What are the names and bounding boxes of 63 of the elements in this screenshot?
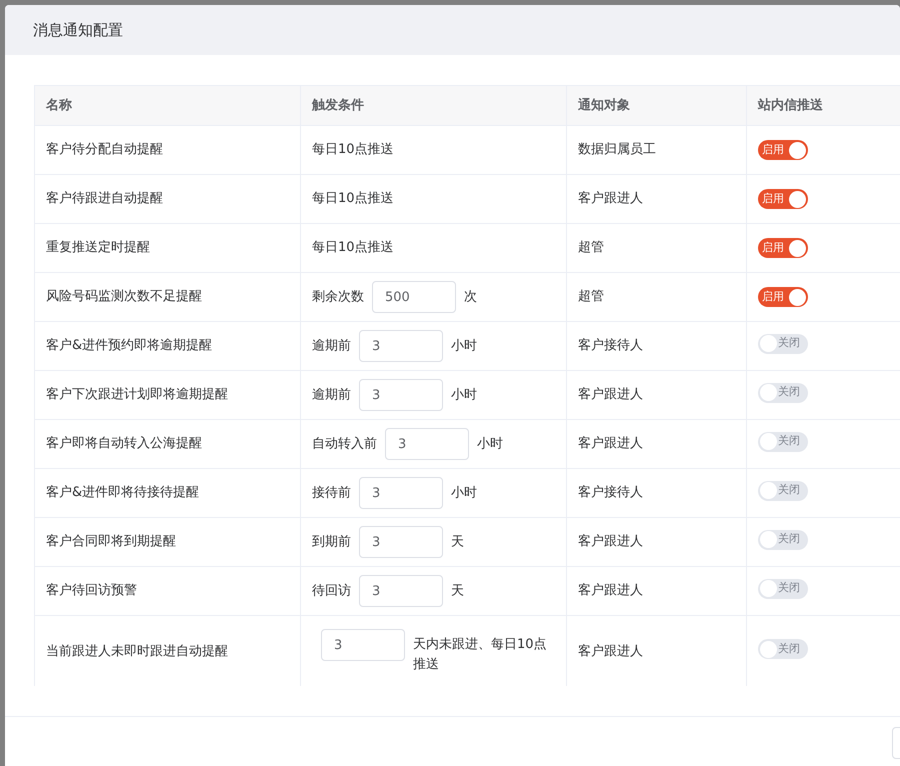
toggle-switch[interactable]: 启用 [758, 189, 808, 210]
table-cell: 客户即将自动转入公海提醒 [34, 420, 300, 468]
table-cell: 每日10点推送 [300, 224, 566, 272]
unit-label: 小时 [477, 436, 503, 452]
toggle-switch[interactable]: 关闭 [758, 382, 808, 402]
toggle-switch[interactable]: 关闭 [758, 530, 808, 550]
column-header: 通知对象 [566, 86, 746, 126]
field-label: 逾期前 [312, 388, 351, 403]
unit-label: 小时 [451, 486, 477, 501]
table-cell: 客户下次跟进计划即将逾期提醒 [34, 370, 300, 420]
input-field[interactable]: 3 [321, 629, 405, 661]
column-header: 站内信推送 [746, 86, 900, 126]
table-cell: 客户合同即将到期提醒 [34, 518, 300, 566]
table-cell: 客户待回访预警 [34, 566, 300, 616]
table-cell: 客户&进件预约即将逾期提醒 [34, 322, 300, 370]
table-cell: 数据归属员工 [566, 126, 746, 174]
table-cell: 每日10点推送 [300, 174, 566, 224]
input-field[interactable]: 3 [359, 526, 443, 558]
unit-label: 天 [451, 534, 464, 550]
field-label: 接待前 [312, 486, 351, 501]
table-cell: 客户跟进人 [566, 420, 746, 468]
table-cell: 客户跟进人 [566, 370, 746, 420]
column-header: 触发条件 [300, 86, 566, 126]
table-cell: 客户&进件即将待接待提醒 [34, 468, 300, 518]
table-cell: 客户接待人 [566, 322, 746, 370]
unit-label: 小时 [451, 338, 477, 354]
field-label: 逾期前 [312, 338, 351, 354]
toggle-switch[interactable]: 关闭 [758, 480, 808, 500]
table-cell: 客户接待人 [566, 468, 746, 518]
table-cell: 风险号码监测次数不足提醒 [34, 272, 300, 322]
input-field[interactable]: 3 [359, 330, 443, 362]
input-field[interactable]: 3 [359, 379, 443, 411]
table-cell: 每日10点推送 [300, 126, 566, 174]
toggle-switch[interactable]: 关闭 [758, 639, 808, 659]
dialog-title: 消息通知配置 [33, 20, 123, 41]
input-field[interactable]: 3 [359, 477, 443, 509]
input-field[interactable]: 3 [359, 575, 443, 607]
toggle-switch[interactable]: 启用 [758, 140, 808, 160]
table-cell: 重复推送定时提醒 [34, 224, 300, 272]
toggle-switch[interactable]: 关闭 [758, 432, 808, 452]
unit-label: 小时 [451, 388, 477, 403]
table-cell: 超管 [566, 272, 746, 322]
table-cell: 客户跟进人 [566, 566, 746, 616]
table-cell: 当前跟进人未即时跟进自动提醒 [34, 616, 300, 686]
table-cell: 客户跟进人 [566, 518, 746, 566]
column-header: 名称 [34, 86, 300, 126]
table-cell: 客户跟进人 [566, 174, 746, 224]
input-field[interactable]: 500 [372, 281, 456, 313]
unit-label: 天内未跟进、每日10点推送 [413, 636, 548, 674]
field-label: 待回访 [312, 584, 351, 599]
toggle-switch[interactable]: 关闭 [758, 334, 808, 354]
table-cell: 超管 [566, 224, 746, 272]
input-field[interactable]: 3 [385, 428, 469, 460]
unit-label: 次 [464, 290, 477, 305]
toggle-switch[interactable]: 关闭 [758, 578, 808, 598]
toggle-switch[interactable]: 启用 [758, 287, 808, 308]
field-label: 到期前 [312, 534, 351, 550]
field-label: 自动转入前 [312, 436, 377, 452]
unit-label: 天 [451, 584, 464, 599]
table-cell: 客户待跟进自动提醒 [34, 174, 300, 224]
table-cell: 客户待分配自动提醒 [34, 126, 300, 174]
toggle-switch[interactable]: 启用 [758, 238, 808, 258]
field-label: 剩余次数 [312, 290, 364, 305]
